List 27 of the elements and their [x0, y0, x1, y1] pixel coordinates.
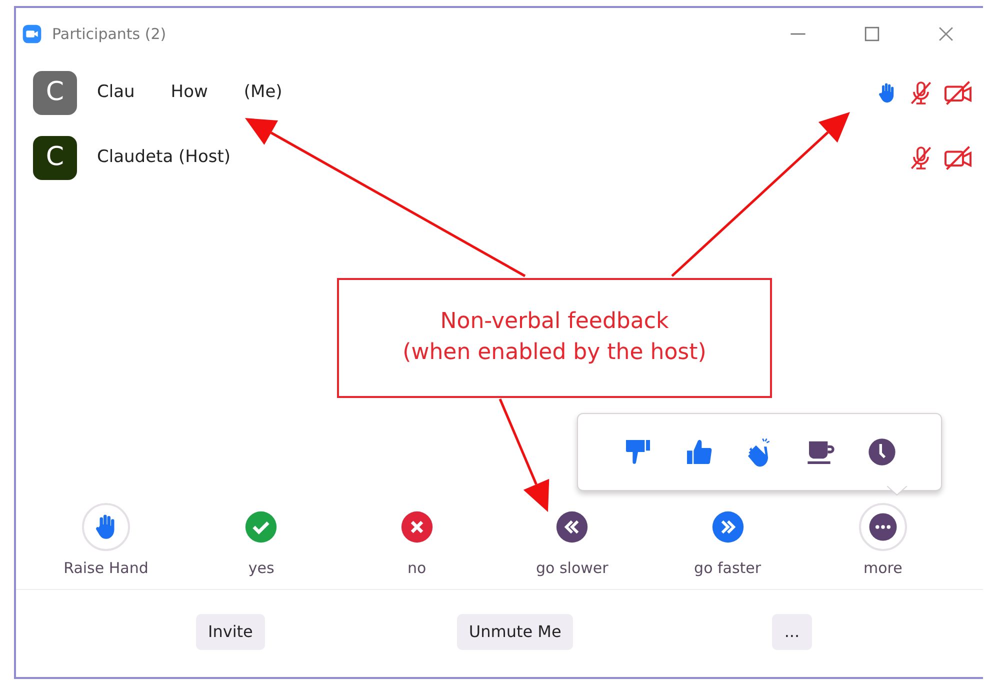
reaction-button[interactable] [858, 503, 907, 551]
rewind-icon[interactable] [555, 510, 590, 544]
clock-icon[interactable] [866, 436, 898, 468]
avatar: C [33, 70, 77, 114]
reaction-button[interactable] [82, 503, 130, 551]
participant-name: How [170, 80, 208, 104]
more-icon [868, 512, 898, 542]
participant-name: Clau [97, 80, 135, 104]
avatar: C [33, 136, 77, 180]
footer-button[interactable]: Invite [196, 614, 265, 650]
reaction-label: no [407, 558, 426, 579]
reaction-label: go faster [694, 558, 762, 579]
reaction-label: yes [248, 558, 274, 579]
fast-forward-icon[interactable] [710, 510, 745, 544]
reaction-label: more [864, 558, 902, 579]
video-camera-icon [22, 24, 42, 44]
check-icon[interactable] [244, 510, 278, 544]
participant-name: (Me) [244, 80, 282, 104]
callout-text: Non-verbal feedback [440, 308, 669, 336]
close-icon[interactable] [400, 510, 434, 544]
reaction-label: go slower [536, 558, 608, 579]
reaction-label: Raise Hand [64, 558, 148, 579]
callout-text: (when enabled by the host) [402, 339, 706, 367]
footer-button[interactable]: Unmute Me [456, 614, 574, 650]
window-title: Participants (2) [52, 24, 166, 45]
participant-name: Claudeta (Host) [97, 146, 230, 169]
footer-button[interactable]: ... [772, 614, 812, 650]
